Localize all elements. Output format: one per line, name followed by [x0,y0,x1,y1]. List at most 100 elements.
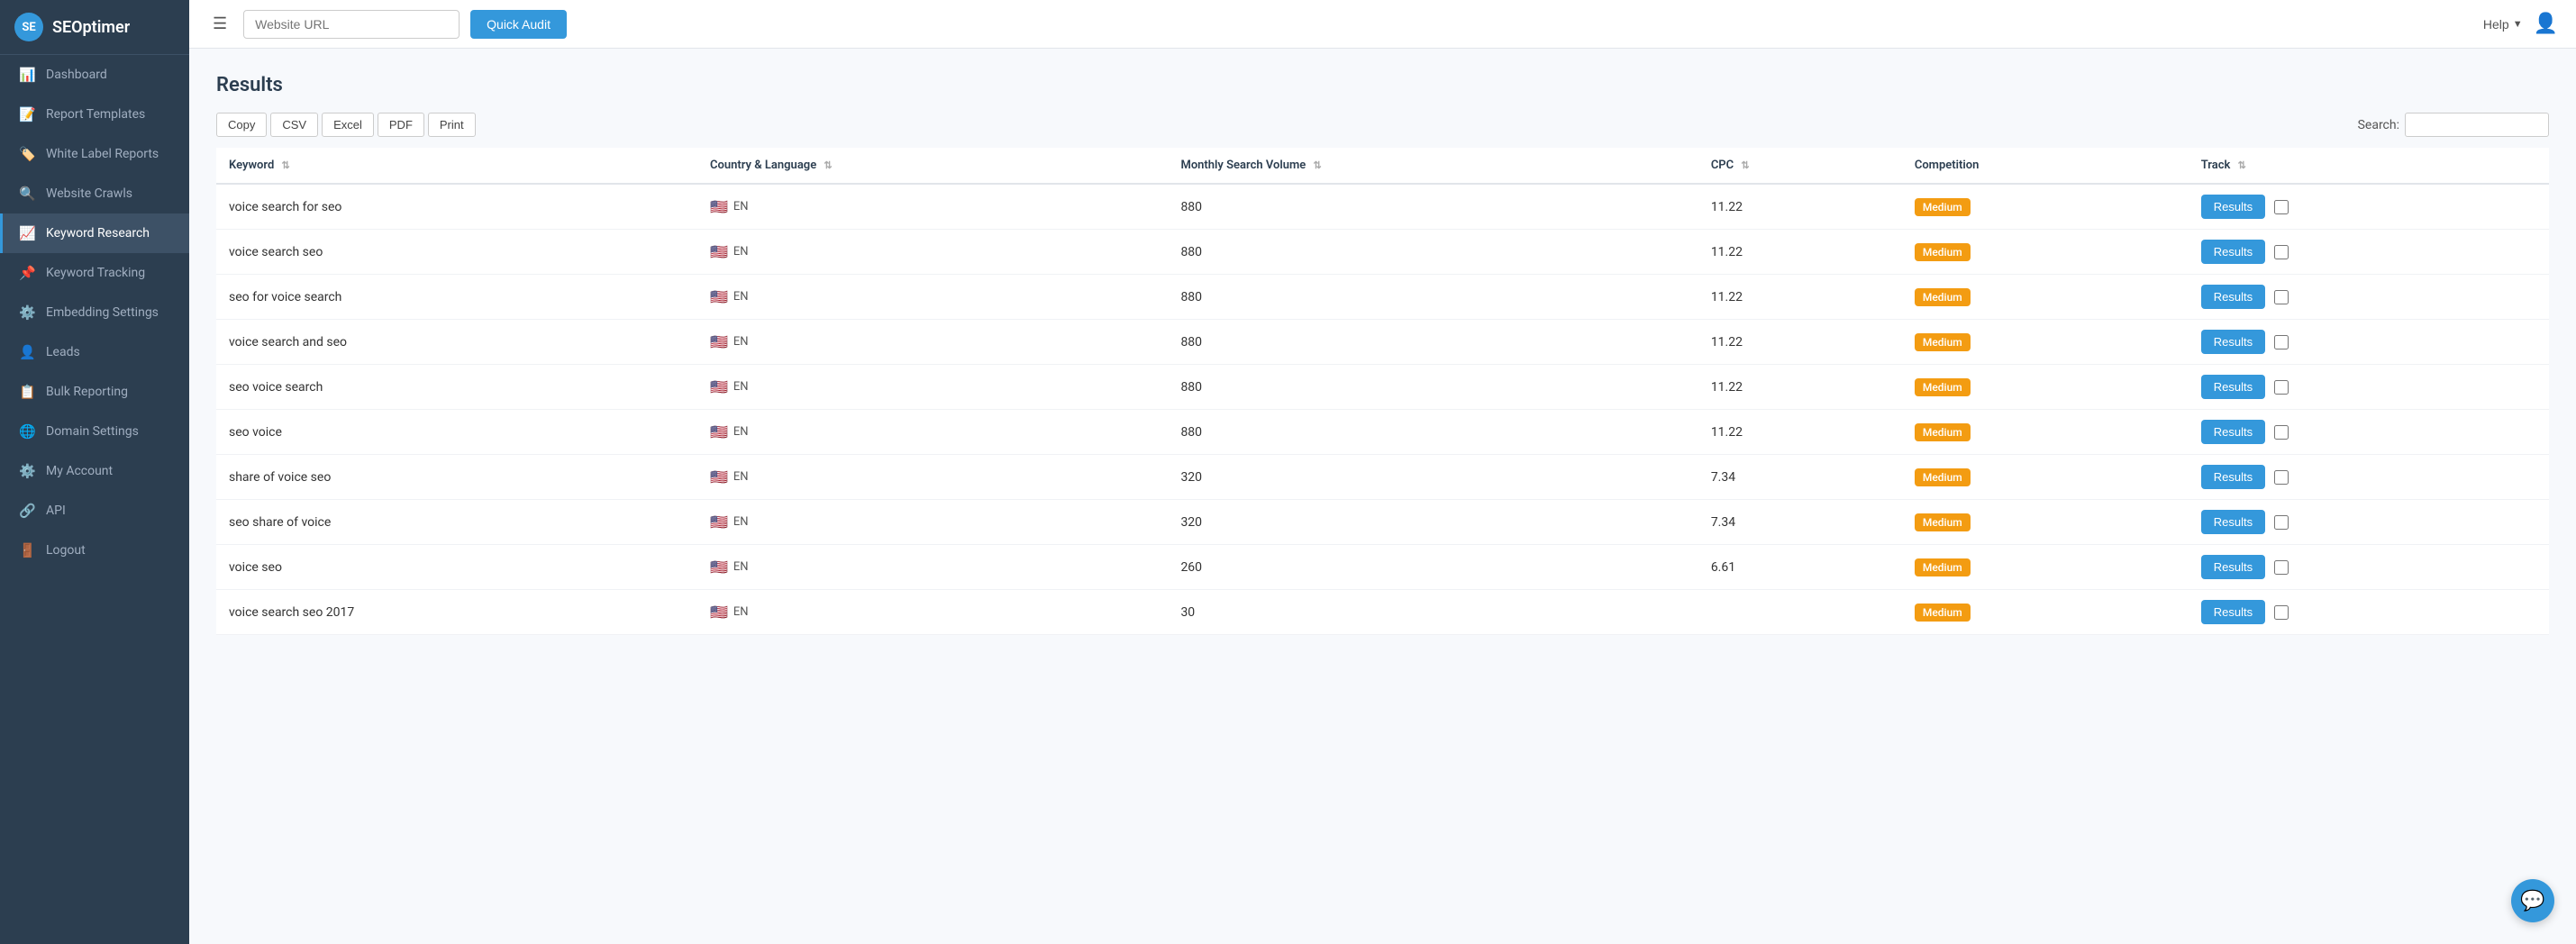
export-print-button[interactable]: Print [428,113,476,137]
track-checkbox[interactable] [2274,425,2289,440]
track-checkbox[interactable] [2274,380,2289,395]
table-row: share of voice seo 🇺🇸 EN 320 7.34 Medium… [216,455,2549,500]
results-button[interactable]: Results [2201,465,2265,489]
track-checkbox[interactable] [2274,560,2289,575]
country-flag: 🇺🇸 [710,288,728,305]
table-row: seo share of voice 🇺🇸 EN 320 7.34 Medium… [216,500,2549,545]
export-copy-button[interactable]: Copy [216,113,267,137]
cell-country-language: 🇺🇸 EN [697,230,1168,275]
cell-keyword: seo share of voice [216,500,697,545]
cell-cpc: 11.22 [1698,184,1902,230]
results-button[interactable]: Results [2201,240,2265,264]
sidebar-item-keyword-research[interactable]: 📈 Keyword Research [0,213,189,253]
sidebar-item-api[interactable]: 🔗 API [0,491,189,531]
table-row: voice seo 🇺🇸 EN 260 6.61 Medium Results [216,545,2549,590]
competition-badge: Medium [1915,513,1971,531]
user-avatar-icon[interactable]: 👤 [2534,13,2558,35]
domain-settings-icon: 🌐 [19,423,35,440]
cell-volume: 320 [1168,455,1698,500]
results-button[interactable]: Results [2201,285,2265,309]
cell-competition: Medium [1902,184,2189,230]
track-checkbox[interactable] [2274,605,2289,620]
cell-track: Results [2189,320,2549,365]
sidebar-item-embedding-settings[interactable]: ⚙️ Embedding Settings [0,293,189,332]
sidebar-item-leads[interactable]: 👤 Leads [0,332,189,372]
cell-cpc: 11.22 [1698,230,1902,275]
chat-bubble[interactable]: 💬 [2511,879,2554,922]
export-csv-button[interactable]: CSV [270,113,318,137]
track-checkbox[interactable] [2274,470,2289,485]
cell-track: Results [2189,590,2549,635]
results-button[interactable]: Results [2201,330,2265,354]
website-crawls-icon: 🔍 [19,186,35,202]
results-button[interactable]: Results [2201,375,2265,399]
results-button[interactable]: Results [2201,600,2265,624]
cell-volume: 880 [1168,184,1698,230]
col-country-language: Country & Language ⇅ [697,148,1168,184]
help-button[interactable]: Help ▼ [2483,17,2523,32]
track-checkbox[interactable] [2274,290,2289,304]
results-button[interactable]: Results [2201,510,2265,534]
results-button[interactable]: Results [2201,420,2265,444]
cell-competition: Medium [1902,275,2189,320]
cell-cpc: 11.22 [1698,365,1902,410]
language-code: EN [733,470,749,484]
cell-country-language: 🇺🇸 EN [697,455,1168,500]
cell-volume: 30 [1168,590,1698,635]
logo-icon: SE [14,13,43,41]
table-row: seo voice 🇺🇸 EN 880 11.22 Medium Results [216,410,2549,455]
sidebar-item-website-crawls[interactable]: 🔍 Website Crawls [0,174,189,213]
header: ☰ Quick Audit Help ▼ 👤 [189,0,2576,49]
sidebar-item-keyword-tracking[interactable]: 📌 Keyword Tracking [0,253,189,293]
sidebar-item-label: Keyword Research [46,226,150,241]
quick-audit-button[interactable]: Quick Audit [470,10,567,39]
sidebar-item-bulk-reporting[interactable]: 📋 Bulk Reporting [0,372,189,412]
export-pdf-button[interactable]: PDF [378,113,424,137]
table-body: voice search for seo 🇺🇸 EN 880 11.22 Med… [216,184,2549,635]
content-area: Results CopyCSVExcelPDFPrint Search: Key… [189,49,2576,944]
language-code: EN [733,245,749,259]
sidebar-item-label: Domain Settings [46,424,139,439]
language-code: EN [733,380,749,394]
hamburger-button[interactable]: ☰ [207,11,232,37]
sidebar-item-dashboard[interactable]: 📊 Dashboard [0,55,189,95]
search-input[interactable] [2405,113,2549,137]
url-input[interactable] [243,10,460,39]
sidebar-item-report-templates[interactable]: 📝 Report Templates [0,95,189,134]
cell-keyword: seo for voice search [216,275,697,320]
table-row: voice search seo 2017 🇺🇸 EN 30 Medium Re… [216,590,2549,635]
track-checkbox[interactable] [2274,200,2289,214]
sort-icon-country[interactable]: ⇅ [824,159,832,171]
cell-volume: 260 [1168,545,1698,590]
language-code: EN [733,335,749,349]
track-checkbox[interactable] [2274,245,2289,259]
sidebar-item-domain-settings[interactable]: 🌐 Domain Settings [0,412,189,451]
language-code: EN [733,425,749,439]
results-button[interactable]: Results [2201,555,2265,579]
cell-country-language: 🇺🇸 EN [697,410,1168,455]
sidebar-item-my-account[interactable]: ⚙️ My Account [0,451,189,491]
language-code: EN [733,605,749,619]
export-buttons: CopyCSVExcelPDFPrint [216,113,479,137]
export-excel-button[interactable]: Excel [322,113,374,137]
results-table: Keyword ⇅ Country & Language ⇅ Monthly S… [216,148,2549,635]
track-checkbox[interactable] [2274,335,2289,349]
results-button[interactable]: Results [2201,195,2265,219]
country-flag: 🇺🇸 [710,558,728,576]
cell-track: Results [2189,455,2549,500]
table-row: voice search and seo 🇺🇸 EN 880 11.22 Med… [216,320,2549,365]
sidebar-logo: SE SEOptimer [0,0,189,55]
cell-track: Results [2189,545,2549,590]
cell-keyword: seo voice search [216,365,697,410]
cell-volume: 880 [1168,275,1698,320]
track-checkbox[interactable] [2274,515,2289,530]
sort-icon-keyword[interactable]: ⇅ [282,159,290,171]
country-flag: 🇺🇸 [710,513,728,531]
sort-icon-volume[interactable]: ⇅ [1314,159,1322,171]
sidebar-item-white-label-reports[interactable]: 🏷️ White Label Reports [0,134,189,174]
sidebar-item-logout[interactable]: 🚪 Logout [0,531,189,570]
sort-icon-cpc[interactable]: ⇅ [1741,159,1749,171]
sort-icon-track[interactable]: ⇅ [2238,159,2246,171]
sidebar-item-label: Report Templates [46,107,145,122]
cell-competition: Medium [1902,455,2189,500]
